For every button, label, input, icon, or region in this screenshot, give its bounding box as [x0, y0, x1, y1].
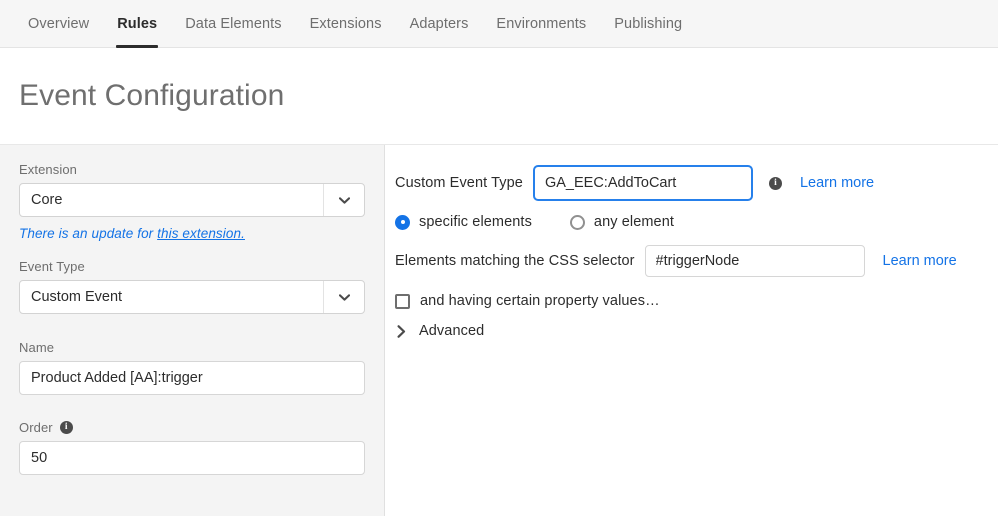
- order-label: Order i: [19, 420, 365, 435]
- chevron-down-icon: [323, 184, 364, 216]
- learn-more-link-event-type[interactable]: Learn more: [800, 175, 874, 191]
- extension-update-note: There is an update for this extension.: [19, 226, 365, 241]
- page-title: Event Configuration: [19, 79, 284, 113]
- custom-event-type-row: Custom Event Type i Learn more: [395, 165, 998, 201]
- property-values-row: and having certain property values…: [395, 293, 998, 309]
- tab-label: Adapters: [410, 16, 469, 32]
- radio-selected-icon: [395, 215, 410, 230]
- css-selector-label: Elements matching the CSS selector: [395, 253, 635, 269]
- radio-any-element[interactable]: any element: [570, 214, 674, 230]
- event-configuration-page: Overview Rules Data Elements Extensions …: [0, 0, 998, 516]
- info-icon[interactable]: i: [769, 177, 782, 190]
- update-extension-link[interactable]: this extension.: [157, 226, 245, 241]
- custom-event-type-label: Custom Event Type: [395, 175, 523, 191]
- extension-label: Extension: [19, 162, 365, 177]
- tab-environments[interactable]: Environments: [482, 0, 600, 48]
- extension-select[interactable]: Core: [19, 183, 365, 217]
- radio-specific-elements[interactable]: specific elements: [395, 214, 532, 230]
- advanced-disclosure-toggle[interactable]: Advanced: [395, 323, 484, 339]
- custom-event-type-input[interactable]: [533, 165, 753, 201]
- event-type-select-value: Custom Event: [20, 281, 323, 313]
- page-body: Extension Core There is an update for th…: [0, 145, 998, 516]
- tab-label: Rules: [117, 16, 157, 32]
- chevron-down-glyph: [339, 294, 350, 301]
- name-label: Name: [19, 340, 365, 355]
- order-input[interactable]: [19, 441, 365, 475]
- learn-more-link-css-selector[interactable]: Learn more: [883, 253, 957, 269]
- tab-extensions[interactable]: Extensions: [296, 0, 396, 48]
- checkbox-unchecked-icon: [395, 294, 410, 309]
- checkbox-label: and having certain property values…: [420, 293, 660, 309]
- element-scope-radio-group: specific elements any element: [395, 214, 998, 230]
- tab-label: Extensions: [310, 16, 382, 32]
- css-selector-input[interactable]: [645, 245, 865, 277]
- config-sidebar: Extension Core There is an update for th…: [0, 145, 385, 516]
- chevron-right-icon: [397, 325, 406, 338]
- name-input[interactable]: [19, 361, 365, 395]
- extension-select-value: Core: [20, 184, 323, 216]
- info-icon[interactable]: i: [60, 421, 73, 434]
- advanced-row: Advanced: [395, 323, 998, 339]
- name-label-text: Name: [19, 340, 54, 355]
- tab-rules[interactable]: Rules: [103, 0, 171, 48]
- tab-adapters[interactable]: Adapters: [396, 0, 483, 48]
- tab-label: Environments: [496, 16, 586, 32]
- radio-label: specific elements: [419, 214, 532, 230]
- page-header: Event Configuration: [0, 48, 998, 145]
- tab-label: Data Elements: [185, 16, 281, 32]
- extension-label-text: Extension: [19, 162, 77, 177]
- event-type-label: Event Type: [19, 259, 365, 274]
- css-selector-row: Elements matching the CSS selector Learn…: [395, 245, 998, 277]
- tab-publishing[interactable]: Publishing: [600, 0, 696, 48]
- update-note-text: There is an update for: [19, 226, 157, 241]
- checkbox-property-values[interactable]: and having certain property values…: [395, 293, 660, 309]
- radio-label: any element: [594, 214, 674, 230]
- chevron-down-glyph: [339, 197, 350, 204]
- main-nav-tabs: Overview Rules Data Elements Extensions …: [0, 0, 998, 48]
- event-settings-panel: Custom Event Type i Learn more specific …: [385, 145, 998, 516]
- radio-unselected-icon: [570, 215, 585, 230]
- tab-data-elements[interactable]: Data Elements: [171, 0, 295, 48]
- order-label-text: Order: [19, 420, 53, 435]
- tab-label: Publishing: [614, 16, 682, 32]
- advanced-label: Advanced: [419, 323, 484, 339]
- chevron-down-icon: [323, 281, 364, 313]
- event-type-label-text: Event Type: [19, 259, 85, 274]
- event-type-select[interactable]: Custom Event: [19, 280, 365, 314]
- tab-label: Overview: [28, 16, 89, 32]
- tab-overview[interactable]: Overview: [14, 0, 103, 48]
